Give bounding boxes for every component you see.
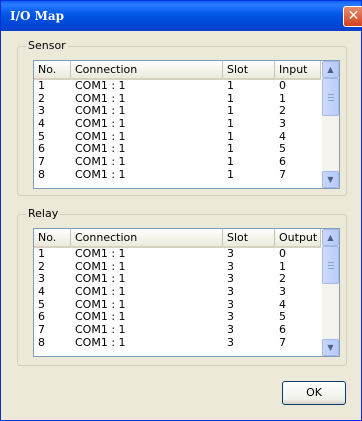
io-map-window: I/O Map ✕ Sensor No. Connection Slot Inp… [0,0,362,421]
grip-line [328,265,334,266]
arrow-up-icon: ▲ [327,233,334,242]
table-row[interactable]: 4 COM1 : 1 3 3 [34,285,321,299]
sensor-rows: 1 COM1 : 110 2 COM1 : 111 3 COM1 : 112 4 COM… [34,79,321,182]
grip-line [328,97,334,98]
cell-no: 4 [38,285,45,299]
sensor-list-header: No. Connection Slot Input [34,61,321,80]
cell-connection: COM1 : 1 [75,167,126,181]
sensor-col-no[interactable]: No. [34,61,71,78]
cell-slot: 1 [227,167,234,181]
cell-output: 3 [279,285,286,299]
table-row[interactable]: 1 COM1 : 1 1 0 [34,79,321,93]
relay-col-slot[interactable]: Slot [223,229,275,246]
scroll-thumb[interactable] [322,246,339,284]
cell-no: 1 [38,247,45,260]
arrow-down-icon: ▼ [327,175,334,184]
cell-connection: COM1 : 1 [75,323,126,337]
table-row[interactable]: 7 COM1 : 1 1 6 [34,155,321,169]
cell-connection: COM1 : 1 [75,285,126,299]
table-row[interactable]: 1 COM1 : 1 3 0 [34,247,321,261]
cell-connection: COM1 : 1 [75,155,126,169]
arrow-up-icon: ▲ [327,65,334,74]
title-bar[interactable]: I/O Map ✕ [1,1,362,31]
cell-slot: 3 [227,247,234,260]
cell-output: 6 [279,323,286,337]
cell-input: 7 [279,167,286,181]
sensor-scrollbar[interactable]: ▲ ▼ [322,61,339,188]
relay-col-output[interactable]: Output [275,229,321,246]
cell-input: 6 [279,155,286,169]
cell-slot: 1 [227,117,234,131]
table-row[interactable]: 8 COM1 : 1 1 7 [34,167,321,182]
close-icon: ✕ [347,8,360,24]
relay-scrollbar[interactable]: ▲ ▼ [322,229,339,356]
arrow-down-icon: ▼ [327,343,334,352]
table-row[interactable]: 8 COM1 : 1 3 7 [34,335,321,350]
window-title: I/O Map [10,9,65,23]
relay-list[interactable]: No. Connection Slot Output 1 COM1 : 130 2… [33,228,340,357]
cell-slot: 1 [227,79,234,92]
scroll-up-button[interactable]: ▲ [322,61,339,78]
close-button[interactable]: ✕ [343,6,362,27]
cell-no: 1 [38,79,45,92]
cell-no: 7 [38,323,45,337]
cell-no: 7 [38,155,45,169]
grip-line [328,94,334,95]
cell-input: 3 [279,117,286,131]
ok-button[interactable]: OK [282,381,346,405]
cell-connection: COM1 : 1 [75,79,126,92]
cell-connection: COM1 : 1 [75,247,126,260]
cell-slot: 3 [227,323,234,337]
scroll-down-button[interactable]: ▼ [322,339,339,356]
sensor-col-slot[interactable]: Slot [223,61,275,78]
dialog-client-area: Sensor No. Connection Slot Input 1 COM1 :… [5,31,358,417]
scroll-thumb[interactable] [322,78,339,116]
grip-line [328,100,334,101]
table-row[interactable]: 7 COM1 : 1 3 6 [34,323,321,337]
cell-no: 8 [38,335,45,349]
relay-col-no[interactable]: No. [34,229,71,246]
cell-no: 4 [38,117,45,131]
relay-group-label: Relay [26,207,61,220]
grip-line [328,262,334,263]
cell-slot: 1 [227,155,234,169]
relay-rows: 1 COM1 : 130 2 COM1 : 131 3 COM1 : 132 4 COM… [34,247,321,350]
relay-list-header: No. Connection Slot Output [34,229,321,248]
cell-output: 0 [279,247,286,260]
sensor-col-connection[interactable]: Connection [71,61,223,78]
cell-no: 8 [38,167,45,181]
cell-connection: COM1 : 1 [75,117,126,131]
scroll-down-button[interactable]: ▼ [322,171,339,188]
relay-col-connection[interactable]: Connection [71,229,223,246]
cell-slot: 3 [227,285,234,299]
cell-slot: 3 [227,335,234,349]
grip-line [328,268,334,269]
cell-output: 7 [279,335,286,349]
table-row[interactable]: 4 COM1 : 1 1 3 [34,117,321,131]
sensor-col-input[interactable]: Input [275,61,321,78]
cell-connection: COM1 : 1 [75,335,126,349]
sensor-group-label: Sensor [26,39,68,52]
scroll-up-button[interactable]: ▲ [322,229,339,246]
cell-input: 0 [279,79,286,92]
sensor-list[interactable]: No. Connection Slot Input 1 COM1 : 110 2C… [33,60,340,189]
